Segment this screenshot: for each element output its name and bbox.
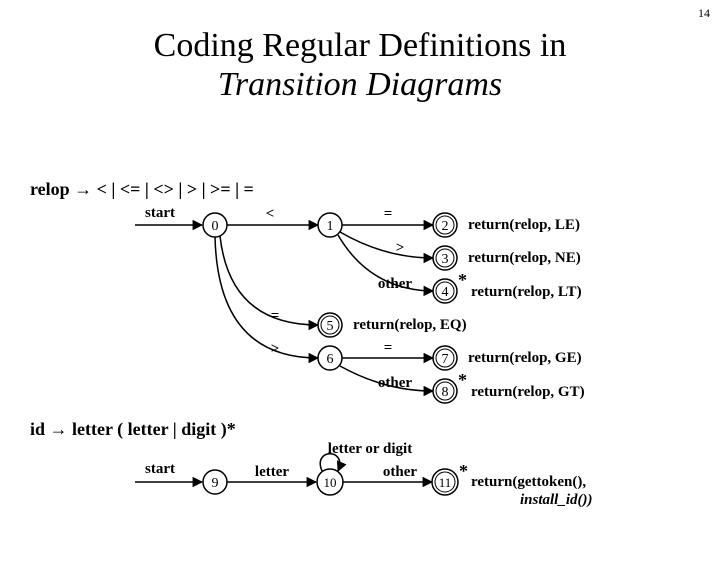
state-2-label: 2 (442, 219, 449, 234)
return-5: return(relop, EQ) (353, 317, 467, 333)
return-11-line1: return(gettoken(), (471, 474, 586, 490)
state-6-label: 6 (327, 352, 334, 367)
edge-0-6 (215, 237, 318, 358)
return-4: return(relop, LT) (471, 284, 582, 300)
edge-0-1-label: < (266, 206, 275, 222)
edge-9-10-label: letter (255, 464, 289, 480)
state-11-star: * (459, 461, 468, 481)
diagram: relop → < | <= | <> | > | >= | = start 0… (0, 0, 720, 540)
edge-1-4-label: other (378, 276, 412, 292)
id-definition: id → letter ( letter | digit )* (30, 419, 236, 440)
edge-1-3-label: > (396, 240, 405, 256)
return-7: return(relop, GE) (468, 350, 582, 366)
return-2: return(relop, LE) (468, 217, 580, 233)
state-8-label: 8 (442, 385, 449, 400)
state-3-label: 3 (442, 252, 449, 267)
state-11-label: 11 (439, 475, 452, 490)
state-4-star: * (458, 270, 467, 290)
edge-6-7-label: = (384, 340, 393, 356)
start-label-top: start (145, 205, 175, 221)
state-7-label: 7 (442, 352, 449, 367)
state-4-label: 4 (442, 285, 449, 300)
edge-6-8-label: other (378, 375, 412, 391)
edge-10-11-label: other (383, 464, 417, 480)
state-8-star: * (458, 370, 467, 390)
state-10-label: 10 (324, 475, 337, 490)
state-0-label: 0 (212, 219, 219, 234)
relop-definition: relop → < | <= | <> | > | >= | = (30, 179, 254, 199)
return-11-line2: install_id()) (520, 492, 593, 508)
edge-0-5-label: = (271, 308, 280, 324)
return-3: return(relop, NE) (468, 250, 581, 266)
edge-10-loop-label: letter or digit (328, 441, 412, 457)
state-5-label: 5 (327, 319, 334, 334)
state-1-label: 1 (327, 219, 334, 234)
edge-1-2-label: = (384, 206, 393, 222)
edge-1-3 (340, 232, 433, 258)
return-8: return(relop, GT) (471, 384, 585, 400)
edge-0-5 (220, 236, 318, 325)
start-label-bottom: start (145, 461, 175, 477)
edge-0-6-label: > (271, 341, 280, 357)
state-9-label: 9 (212, 476, 219, 491)
